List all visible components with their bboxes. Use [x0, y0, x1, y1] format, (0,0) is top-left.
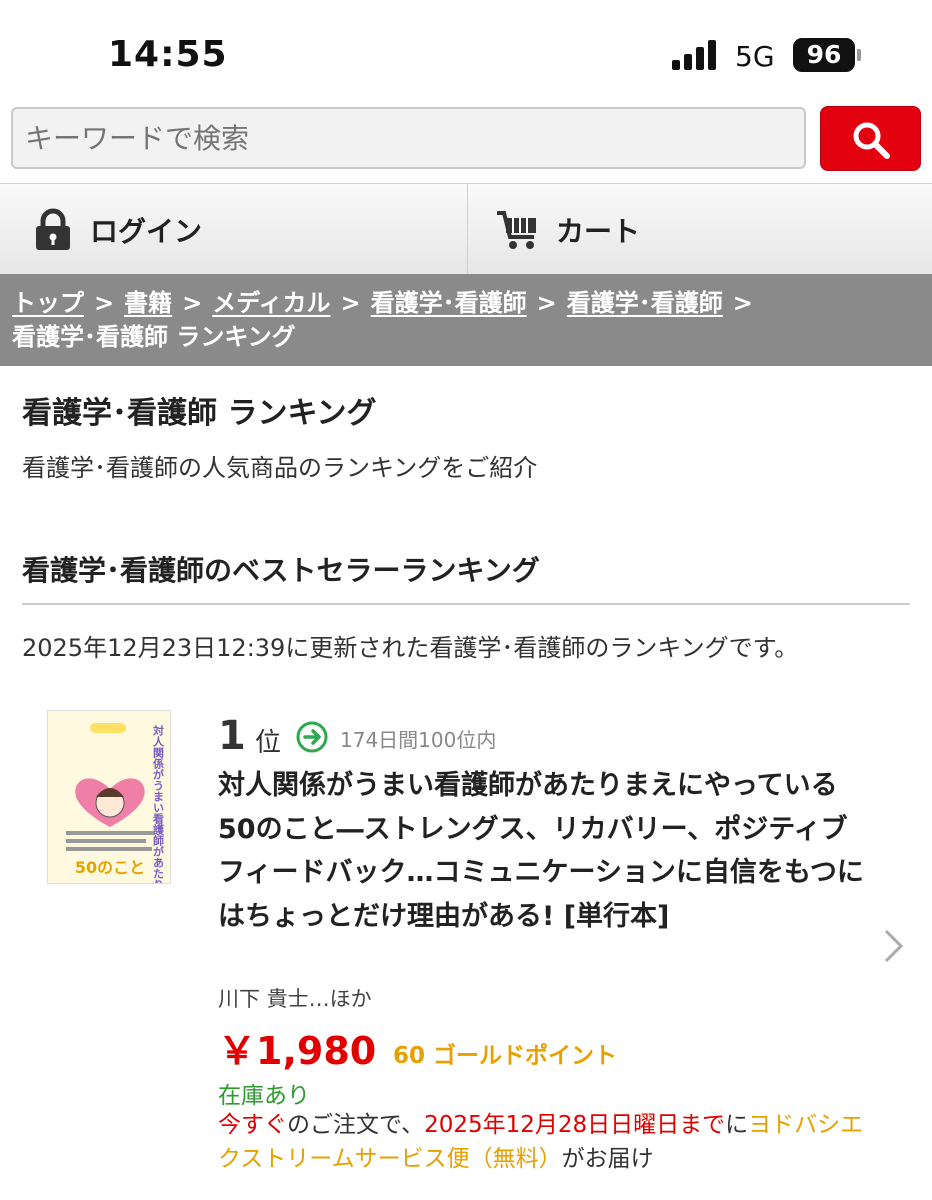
search-icon — [853, 122, 890, 159]
rank-label: 位 — [255, 728, 282, 758]
login-label: ログイン — [90, 215, 203, 248]
chevron-right-icon[interactable] — [882, 928, 906, 964]
divider — [22, 603, 910, 605]
breadcrumb-nursing[interactable]: 看護学･看護師 — [371, 289, 527, 317]
delivery-now: 今すぐ — [218, 1112, 287, 1138]
battery-tip — [857, 49, 861, 61]
cover-bottom-text: 50のこと — [75, 858, 145, 877]
delivery-info: 今すぐのご注文で、2025年12月28日日曜日までにヨドバシエクストリームサービ… — [218, 1108, 868, 1176]
cover-vertical-title: 対人関係がうまい看護師があたりまえにやっている — [152, 724, 166, 884]
breadcrumb-separator: > — [536, 289, 557, 317]
breadcrumb-nursing-sub[interactable]: 看護学･看護師 — [567, 289, 723, 317]
breadcrumb-separator: > — [732, 289, 753, 317]
product-price: ￥1,980 — [218, 1029, 377, 1073]
product-author[interactable]: 川下 貴士…ほか — [218, 983, 372, 1013]
status-time: 14:55 — [108, 34, 228, 75]
network-label: 5G — [735, 40, 775, 73]
rank-number: 1 — [218, 713, 246, 759]
delivery-date: 2025年12月28日日曜日まで — [424, 1112, 726, 1138]
battery-icon: 96 — [793, 38, 855, 72]
login-button[interactable]: ログイン — [0, 184, 468, 274]
breadcrumb-current: 看護学･看護師 ランキング — [12, 323, 296, 351]
signal-icon — [672, 40, 720, 70]
section-title: 看護学･看護師のベストセラーランキング — [22, 554, 540, 587]
update-note: 2025年12月23日12:39に更新された看護学･看護師のランキングです。 — [22, 634, 799, 662]
search-bar — [0, 100, 932, 183]
rank-stay: 174日間100位内 — [340, 728, 497, 752]
breadcrumb-books[interactable]: 書籍 — [124, 289, 172, 317]
product-points: 60 ゴールドポイント — [393, 1043, 618, 1069]
breadcrumb-medical[interactable]: メディカル — [212, 289, 330, 317]
cart-label: カート — [556, 215, 641, 248]
breadcrumb-separator: > — [182, 289, 203, 317]
breadcrumb-separator: > — [94, 289, 115, 317]
account-nav: ログイン カート — [0, 183, 932, 275]
delivery-text: がお届け — [561, 1146, 654, 1172]
rank-arrow-icon — [296, 721, 328, 753]
page-description: 看護学･看護師の人気商品のランキングをご紹介 — [22, 454, 538, 482]
stock-status: 在庫あり — [218, 1083, 310, 1109]
status-bar: 14:55 5G 96 — [0, 0, 932, 100]
cart-icon — [497, 211, 536, 249]
delivery-text: のご注文で、 — [287, 1112, 425, 1138]
search-input[interactable] — [11, 107, 806, 169]
page-title: 看護学･看護師 ランキング — [22, 396, 377, 431]
lock-icon — [36, 208, 70, 250]
search-button[interactable] — [820, 106, 921, 171]
breadcrumb-top[interactable]: トップ — [12, 289, 84, 317]
product-cover-image[interactable]: 対人関係がうまい看護師があたりまえにやっている 50のこと — [47, 710, 171, 884]
product-title-link[interactable]: 対人関係がうまい看護師があたりまえにやっている50のこと―ストレングス、リカバリ… — [218, 764, 868, 938]
breadcrumb: トップ > 書籍 > メディカル > 看護学･看護師 > 看護学･看護師 > 看護学･看護師 ラン… — [0, 274, 932, 366]
cart-button[interactable]: カート — [468, 184, 932, 274]
delivery-text: に — [725, 1112, 749, 1138]
breadcrumb-separator: > — [340, 289, 361, 317]
